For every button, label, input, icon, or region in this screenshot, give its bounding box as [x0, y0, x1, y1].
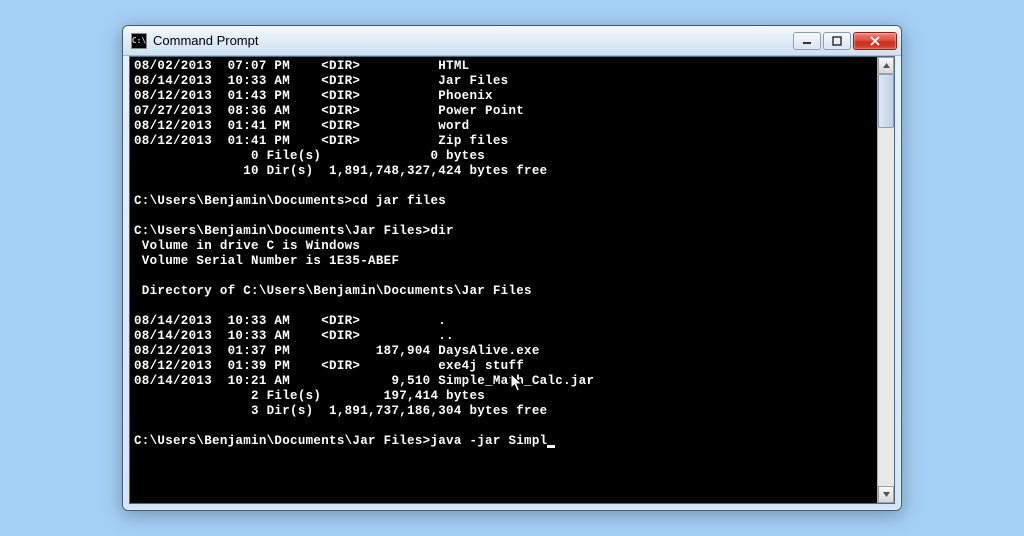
terminal-output[interactable]: 08/02/2013 07:07 PM <DIR> HTML 08/14/201…: [130, 57, 877, 503]
minimize-button[interactable]: [793, 32, 821, 50]
close-button[interactable]: [853, 32, 897, 50]
chevron-down-icon: [882, 490, 891, 499]
window-title: Command Prompt: [153, 33, 793, 48]
text-cursor: [547, 445, 555, 448]
scrollbar-thumb[interactable]: [878, 74, 894, 128]
client-area: 08/02/2013 07:07 PM <DIR> HTML 08/14/201…: [129, 56, 895, 504]
chevron-up-icon: [882, 61, 891, 70]
command-prompt-window: C:\ Command Prompt 08/02/2013 07:07 PM <…: [122, 25, 902, 511]
titlebar[interactable]: C:\ Command Prompt: [123, 26, 901, 56]
app-icon: C:\: [131, 33, 147, 49]
maximize-button[interactable]: [823, 32, 851, 50]
window-controls: [793, 32, 897, 50]
maximize-icon: [832, 36, 842, 46]
scroll-down-button[interactable]: [878, 486, 894, 503]
minimize-icon: [802, 36, 812, 46]
vertical-scrollbar[interactable]: [877, 57, 894, 503]
scrollbar-track[interactable]: [878, 74, 894, 486]
close-icon: [869, 36, 881, 46]
scroll-up-button[interactable]: [878, 57, 894, 74]
